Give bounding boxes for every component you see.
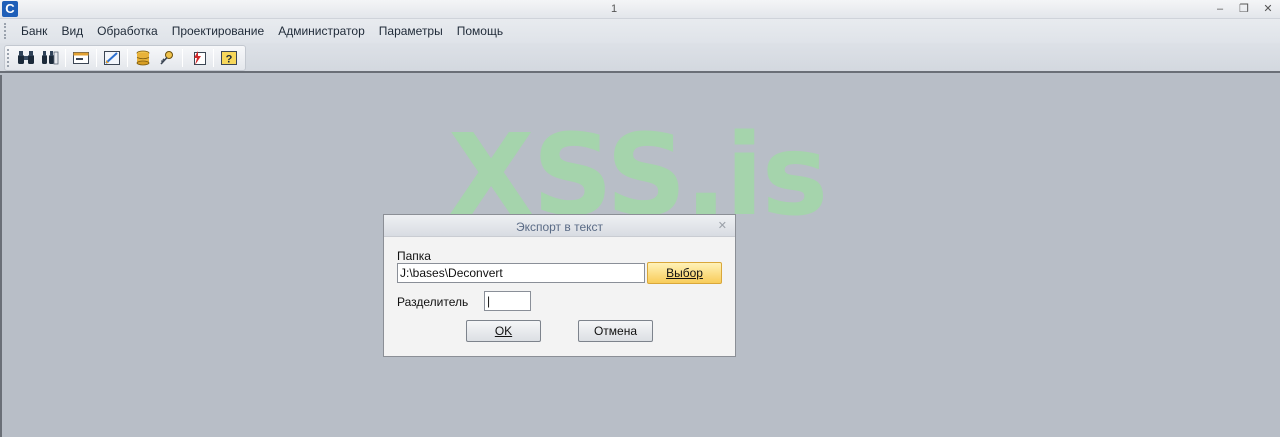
menu-processing[interactable]: Обработка bbox=[90, 20, 165, 42]
ok-button[interactable]: OK bbox=[466, 320, 541, 342]
help-icon[interactable]: ? bbox=[218, 47, 240, 69]
binoculars-search-icon[interactable] bbox=[39, 47, 61, 69]
menu-bar: Банк Вид Обработка Проектирование Админи… bbox=[0, 19, 1280, 43]
browse-button-label: Выбор bbox=[666, 266, 703, 280]
dialog-titlebar[interactable]: Экспорт в текст ✕ bbox=[384, 215, 735, 237]
menu-help[interactable]: Помощь bbox=[450, 20, 510, 42]
svg-text:?: ? bbox=[226, 54, 233, 66]
window-controls: – ❐ ✕ bbox=[1214, 1, 1274, 17]
close-button[interactable]: ✕ bbox=[1262, 1, 1274, 17]
cancel-button-label: Отмена bbox=[593, 324, 638, 338]
restore-button[interactable]: ❐ bbox=[1238, 1, 1250, 17]
export-text-dialog: Экспорт в текст ✕ Папка Выбор Разделител… bbox=[383, 214, 736, 357]
toolbar: ? bbox=[4, 45, 246, 71]
binoculars-icon[interactable] bbox=[15, 47, 37, 69]
window-title: 1 bbox=[610, 3, 618, 15]
toolbar-row: ? bbox=[0, 43, 1280, 73]
folder-input[interactable] bbox=[397, 263, 645, 283]
toolbar-separator bbox=[96, 49, 97, 67]
ok-button-label: OK bbox=[494, 324, 513, 338]
dialog-title: Экспорт в текст bbox=[515, 220, 604, 234]
browse-button[interactable]: Выбор bbox=[647, 262, 722, 284]
window-titlebar: C 1 – ❐ ✕ bbox=[0, 0, 1280, 19]
menu-view[interactable]: Вид bbox=[54, 20, 90, 42]
dialog-close-icon[interactable]: ✕ bbox=[718, 219, 727, 232]
separator-label: Разделитель bbox=[397, 295, 469, 309]
menu-bank[interactable]: Банк bbox=[14, 20, 54, 42]
database-icon[interactable] bbox=[132, 47, 154, 69]
menu-admin[interactable]: Администратор bbox=[271, 20, 372, 42]
menu-parameters[interactable]: Параметры bbox=[372, 20, 450, 42]
design-icon[interactable] bbox=[101, 47, 123, 69]
toolbar-separator bbox=[213, 49, 214, 67]
toolbar-separator bbox=[127, 49, 128, 67]
toolbar-grip-icon[interactable] bbox=[7, 49, 10, 67]
minimize-button[interactable]: – bbox=[1214, 1, 1226, 17]
form-icon[interactable] bbox=[70, 47, 92, 69]
menu-design[interactable]: Проектирование bbox=[165, 20, 272, 42]
key-icon[interactable] bbox=[156, 47, 178, 69]
folder-label: Папка bbox=[397, 249, 431, 263]
toolbar-separator bbox=[65, 49, 66, 67]
export-icon[interactable] bbox=[187, 47, 209, 69]
cancel-button[interactable]: Отмена bbox=[578, 320, 653, 342]
toolbar-separator bbox=[182, 49, 183, 67]
menu-grip-icon[interactable] bbox=[4, 23, 8, 39]
separator-input[interactable] bbox=[484, 291, 531, 311]
